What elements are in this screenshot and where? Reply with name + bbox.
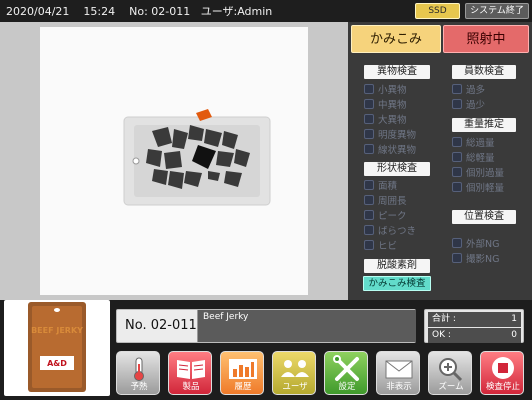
checkbox-icon [452, 167, 462, 177]
check-variation[interactable]: ばらつき [364, 225, 416, 239]
product-no-text: No: 02-011 [129, 5, 191, 18]
thumb-logo-text: A&D [47, 359, 67, 368]
check-external-ng[interactable]: 外部NG [452, 238, 499, 252]
checkbox-icon [452, 238, 462, 248]
count-inspection-label: 員数検査 [452, 65, 516, 79]
checkbox-icon [364, 129, 374, 139]
shape-inspection-label: 形状検査 [364, 162, 430, 176]
product-name: Beef Jerky [203, 312, 249, 322]
product-package-image: BEEF JERKY A&D [28, 302, 86, 392]
xray-view[interactable] [0, 22, 348, 300]
check-large-foreign[interactable]: 大異物 [364, 114, 407, 128]
check-small-foreign[interactable]: 小異物 [364, 84, 407, 98]
time-text: 15:24 [83, 5, 116, 18]
magnifier-icon [439, 358, 463, 382]
hide-button[interactable]: 非表示 [376, 351, 420, 395]
checkbox-icon [364, 84, 374, 94]
check-peak[interactable]: ピーク [364, 210, 407, 224]
product-label: 製品 [182, 382, 200, 392]
checkbox-icon [452, 253, 462, 263]
check-too-few[interactable]: 過少 [452, 99, 485, 113]
settings-button[interactable]: 設定 [324, 351, 368, 395]
user-text: ユーザ:Admin [200, 5, 273, 18]
check-area[interactable]: 面積 [364, 180, 397, 194]
checkbox-icon [364, 99, 374, 109]
product-button[interactable]: 製品 [168, 351, 212, 395]
ok-count-row: OK : 0 [428, 328, 521, 343]
preheat-button[interactable]: 予熱 [116, 351, 160, 395]
stop-inspection-label: 検査停止 [485, 382, 520, 392]
checkbox-icon [364, 144, 374, 154]
history-chart-icon [229, 359, 257, 379]
hide-label: 非表示 [386, 382, 412, 392]
kamikomi-mode-button[interactable]: かみこみ [351, 25, 441, 53]
ssd-button[interactable]: SSD [415, 3, 460, 19]
check-total-underweight[interactable]: 総軽量 [452, 152, 495, 166]
check-crack[interactable]: ヒビ [364, 240, 397, 254]
product-number: No. 02-011 [125, 318, 197, 333]
stop-inspection-button[interactable]: 検査停止 [480, 351, 524, 395]
checkbox-icon [364, 195, 374, 205]
settings-label: 設定 [338, 382, 356, 392]
user-button[interactable]: ユーザ [272, 351, 316, 395]
weight-estimation-label: 重量推定 [452, 118, 516, 132]
checkbox-icon [452, 182, 462, 192]
total-label: 合計 : [432, 314, 456, 324]
check-perimeter[interactable]: 周囲長 [364, 195, 407, 209]
product-info-bar: No. 02-011 Beef Jerky [116, 309, 416, 343]
checkbox-icon [364, 240, 374, 250]
thumb-title-text: BEEF JERKY [31, 326, 83, 335]
users-icon [281, 360, 309, 377]
status-bar: 2020/04/21 15:24 No: 02-011 ユーザ:Admin SS… [0, 0, 532, 22]
system-exit-button[interactable]: システム終了 [465, 3, 529, 19]
xray-image [40, 27, 308, 295]
checkbox-icon [364, 114, 374, 124]
product-thumbnail[interactable]: BEEF JERKY A&D [4, 300, 110, 396]
check-linear-foreign[interactable]: 線状異物 [364, 144, 416, 158]
total-count-row: 合計 : 1 [428, 312, 521, 327]
oxygen-absorber-label: 脱酸素剤 [364, 259, 430, 273]
irradiating-status-button[interactable]: 照射中 [443, 25, 529, 53]
thermometer-icon [134, 357, 144, 381]
checkbox-icon [452, 84, 462, 94]
check-too-many[interactable]: 過多 [452, 84, 485, 98]
foreign-matter-label: 異物検査 [364, 65, 430, 79]
tools-icon [333, 355, 359, 381]
check-individual-overweight[interactable]: 個別過量 [452, 167, 504, 181]
checkbox-icon [452, 99, 462, 109]
history-button[interactable]: 履歴 [220, 351, 264, 395]
checkbox-icon [452, 152, 462, 162]
preheat-label: 予熱 [130, 382, 148, 392]
book-icon [177, 360, 205, 379]
checkbox-icon [364, 210, 374, 220]
ok-label: OK : [432, 330, 451, 340]
total-value: 1 [511, 314, 517, 324]
history-label: 履歴 [234, 382, 252, 392]
checkbox-icon [364, 225, 374, 235]
zoom-button[interactable]: ズーム [428, 351, 472, 395]
stop-icon [492, 357, 514, 379]
checkbox-icon [364, 180, 374, 190]
xray-package [123, 109, 271, 206]
checkbox-icon [452, 137, 462, 147]
inspection-panel: かみこみ 照射中 異物検査 小異物 中異物 大異物 明度異物 線状異物 形状検査… [348, 22, 532, 300]
kamikomi-check-button[interactable]: かみこみ検査 [363, 276, 431, 291]
check-total-overweight[interactable]: 総過量 [452, 137, 495, 151]
product-name-box: Beef Jerky [197, 310, 416, 342]
user-label: ユーザ [282, 382, 308, 392]
position-inspection-label: 位置検査 [452, 210, 516, 224]
check-capture-ng[interactable]: 撮影NG [452, 253, 499, 267]
ok-value: 0 [511, 330, 517, 340]
date-text: 2020/04/21 [6, 5, 70, 18]
check-brightness-foreign[interactable]: 明度異物 [364, 129, 416, 143]
zoom-label: ズーム [438, 382, 464, 392]
check-individual-underweight[interactable]: 個別軽量 [452, 182, 504, 196]
count-box: 合計 : 1 OK : 0 [424, 309, 524, 343]
bottom-area: BEEF JERKY A&D No. 02-011 Beef Jerky 合計 … [0, 300, 532, 400]
envelope-icon [385, 360, 413, 379]
status-info: 2020/04/21 15:24 No: 02-011 ユーザ:Admin [6, 3, 272, 19]
check-medium-foreign[interactable]: 中異物 [364, 99, 407, 113]
